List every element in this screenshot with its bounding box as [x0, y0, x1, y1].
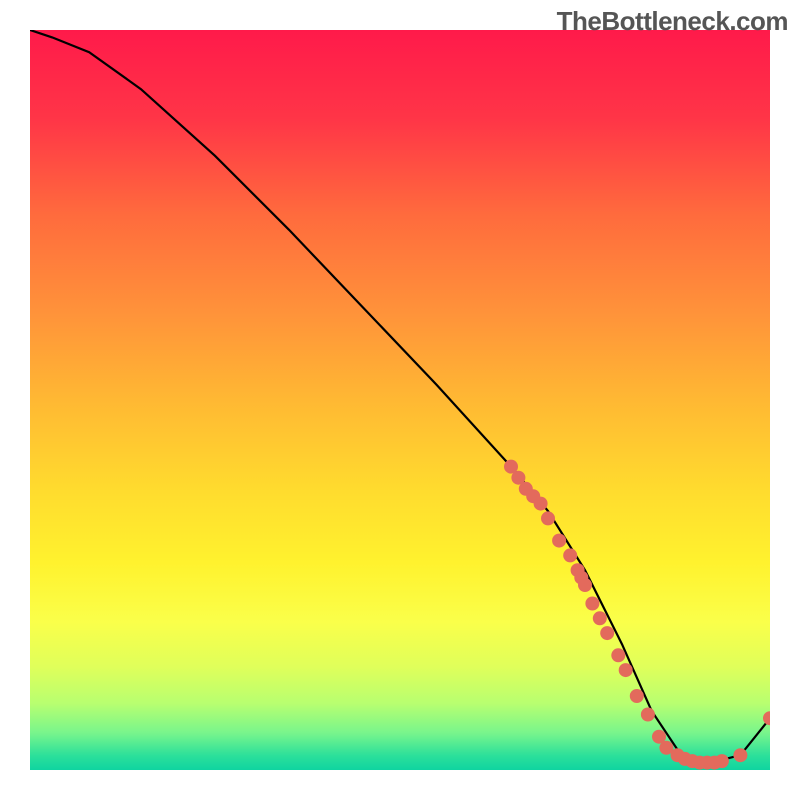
hardware-point: [733, 748, 747, 762]
hardware-point: [715, 754, 729, 768]
hardware-point: [534, 497, 548, 511]
hardware-point: [552, 534, 566, 548]
hardware-point: [619, 663, 633, 677]
bottleneck-plot: [30, 30, 770, 770]
watermark-text: TheBottleneck.com: [557, 6, 788, 37]
plot-background: [30, 30, 770, 770]
hardware-point: [641, 708, 655, 722]
hardware-point: [630, 689, 644, 703]
hardware-point: [541, 511, 555, 525]
hardware-point: [563, 548, 577, 562]
hardware-point: [600, 626, 614, 640]
hardware-point: [593, 611, 607, 625]
hardware-point: [585, 597, 599, 611]
hardware-point: [578, 578, 592, 592]
chart-container: TheBottleneck.com: [0, 0, 800, 800]
hardware-point: [611, 648, 625, 662]
